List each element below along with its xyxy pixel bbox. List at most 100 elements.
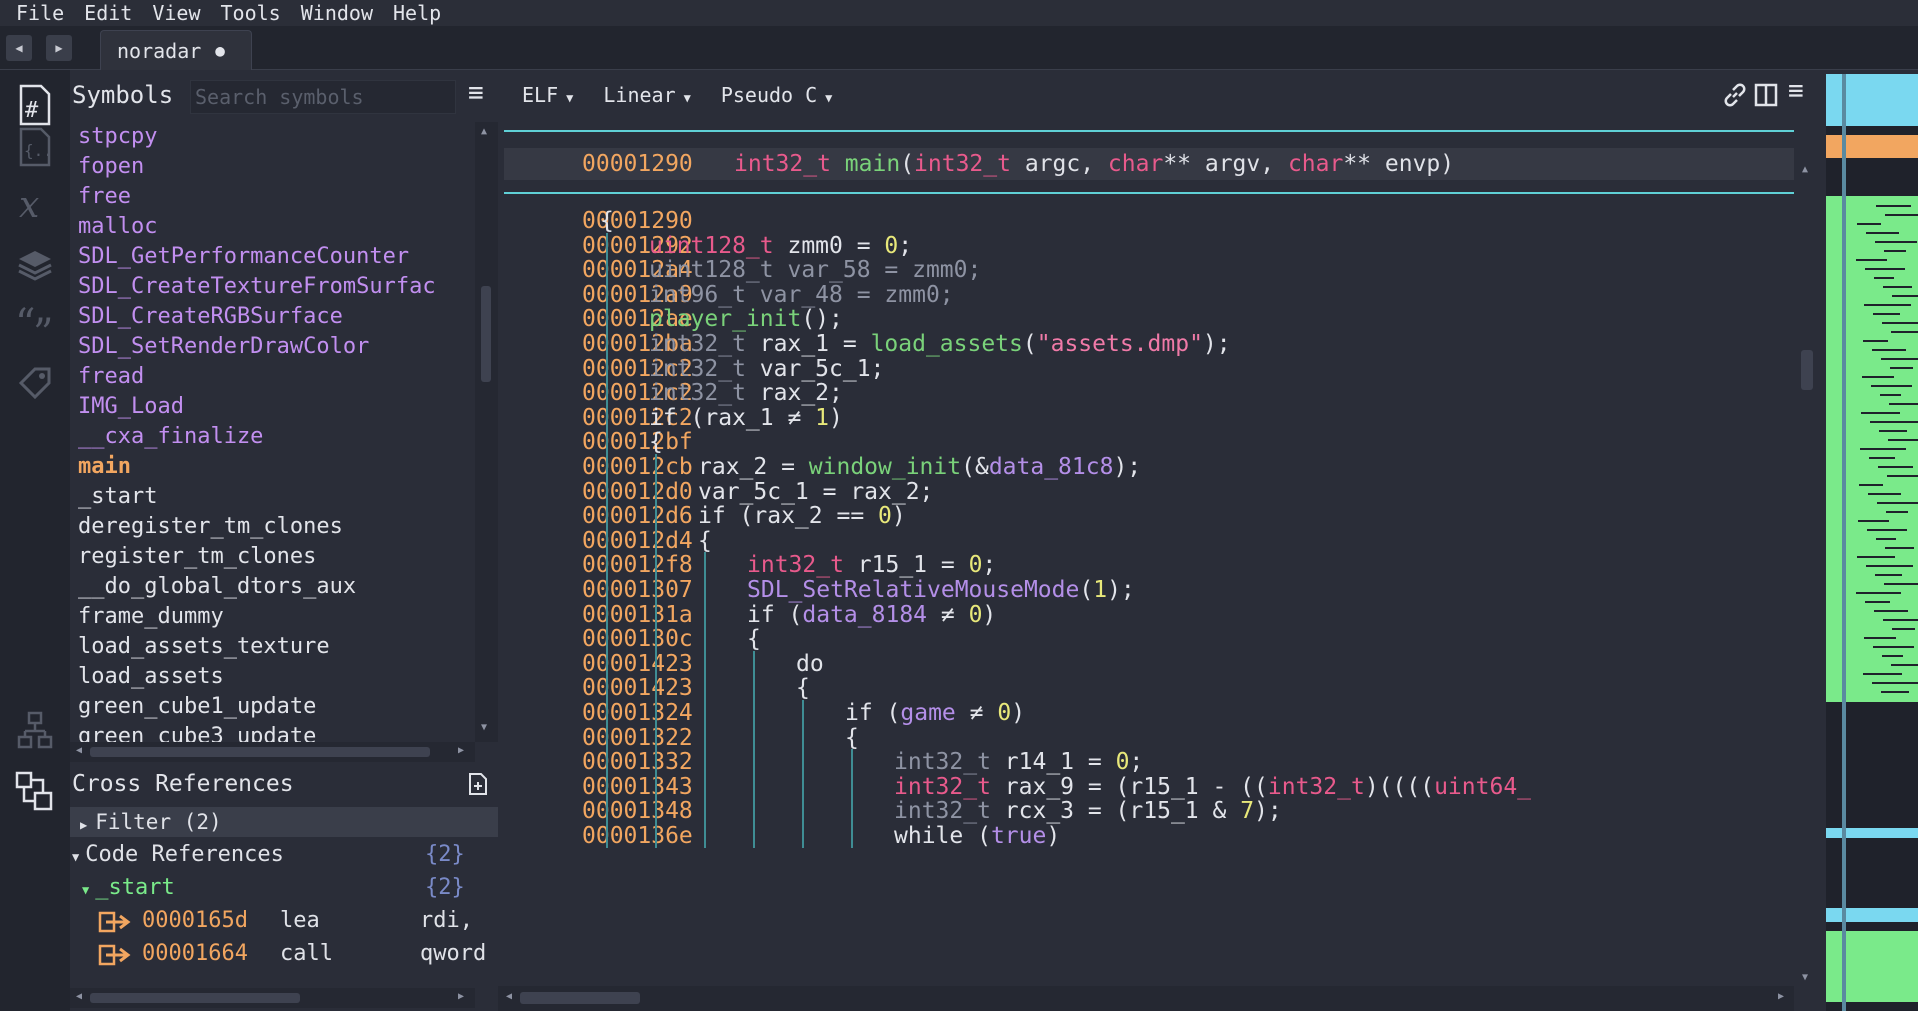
tab-bar: ◀ ▶ noradar ● [0,26,1918,70]
scroll-left-icon[interactable]: ◀ [76,991,82,1002]
symbol-item[interactable]: malloc [70,212,475,242]
scroll-right-icon[interactable]: ▶ [458,991,464,1002]
symbol-item[interactable]: _start [70,482,475,512]
symbol-item[interactable]: IMG_Load [70,392,475,422]
scroll-right-icon[interactable]: ▶ [458,745,464,756]
symbols-scroll-thumb[interactable] [481,286,491,382]
minimap-line [1881,358,1918,361]
menu-tools[interactable]: Tools [211,1,291,25]
scroll-up-icon[interactable]: ▲ [1802,164,1808,175]
symbol-item[interactable]: deregister_tm_clones [70,512,475,542]
minimap-line [1866,565,1914,568]
document-export-icon[interactable] [468,772,488,800]
symbol-item[interactable]: fread [70,362,475,392]
symbols-hscroll-thumb[interactable] [90,747,430,757]
xref-arrow-icon [98,910,132,937]
code-lines: 00001290{00001292 uint128_t zmm0 = 0; 0000… [498,206,1794,986]
symbol-item[interactable]: green_cube3_update [70,722,475,742]
scroll-down-icon[interactable]: ▼ [481,722,487,733]
code-horizontal-scrollbar[interactable]: ◀ ▶ [498,986,1794,1011]
language-dropdown[interactable]: Pseudo C ▼ [721,83,833,107]
variables-icon[interactable]: x [14,184,56,226]
back-button[interactable]: ◀ [6,35,32,61]
symbol-item[interactable]: load_assets [70,662,475,692]
minimap-line [1864,637,1897,640]
code-token: data_81c8 [988,454,1114,480]
symbol-item[interactable]: SDL_CreateRGBSurface [70,302,475,332]
tags-icon[interactable] [14,362,56,404]
menu-edit[interactable]: Edit [74,1,142,25]
hamburger-menu-icon[interactable]: ≡ [1788,76,1804,106]
menu-help[interactable]: Help [383,1,451,25]
cross-references-icon[interactable] [14,770,56,812]
code-token: ) [1011,700,1026,726]
symbols-vertical-scrollbar[interactable]: ▲ ▼ [475,122,498,742]
code-token: { [796,675,810,702]
minimap-line [1883,619,1918,622]
view-type-dropdown[interactable]: ELF ▼ [522,83,573,107]
xref-function-row[interactable]: ▼ _start {2} [70,871,498,904]
strings-icon[interactable]: “” [14,304,56,346]
minimap-line [1865,601,1891,604]
minimap-line [1863,673,1903,676]
xref-row[interactable]: 0000165d lea rdi, [70,904,498,937]
scroll-right-icon[interactable]: ▶ [1778,991,1784,1002]
xref-row[interactable]: 00001664 call qword [70,937,498,970]
symbol-item[interactable]: load_assets_texture [70,632,475,662]
symbol-item[interactable]: frame_dummy [70,602,475,632]
symbol-item[interactable]: fopen [70,152,475,182]
minimap-band [1826,134,1918,159]
chevron-down-icon: ▼ [825,91,833,105]
symbol-item[interactable]: __do_global_dtors_aux [70,572,475,602]
code-hscroll-thumb[interactable] [520,992,640,1004]
symbols-horizontal-scrollbar[interactable]: ◀ ▶ [70,742,475,762]
link-icon[interactable] [1722,82,1748,112]
graph-icon[interactable] [14,710,56,752]
menu-bar: File Edit View Tools Window Help [0,0,1918,26]
function-signature[interactable]: 00001290 int32_t main(int32_t argc, char… [504,148,1794,180]
hamburger-menu-icon[interactable]: ≡ [468,78,484,108]
code-vertical-scrollbar[interactable]: ▲ ▼ [1794,120,1820,1011]
symbol-item[interactable]: SDL_CreateTextureFromSurfac [70,272,475,302]
code-token: 1 [1093,577,1108,603]
scroll-down-icon[interactable]: ▼ [1802,972,1808,983]
scroll-up-icon[interactable]: ▲ [481,126,487,137]
feature-minimap[interactable] [1820,70,1918,1011]
minimap-line [1860,448,1907,451]
symbol-item[interactable]: SDL_SetRenderDrawColor [70,332,475,362]
code-references-group[interactable]: ▼ Code References {2} [70,838,498,871]
symbol-item[interactable]: stpcpy [70,122,475,152]
symbol-item[interactable]: green_cube1_update [70,692,475,722]
minimap-position-marker[interactable] [1842,74,1846,1011]
menu-window[interactable]: Window [291,1,383,25]
symbols-icon[interactable]: # [14,84,56,126]
symbol-item[interactable]: free [70,182,475,212]
layout-dropdown[interactable]: Linear ▼ [603,83,690,107]
symbol-item[interactable]: register_tm_clones [70,542,475,572]
menu-view[interactable]: View [142,1,210,25]
scroll-left-icon[interactable]: ◀ [76,745,82,756]
minimap-line [1866,232,1900,235]
xref-horizontal-scrollbar[interactable]: ◀ ▶ [70,988,475,1008]
code-line-text: while (true) [894,821,1060,851]
scroll-left-icon[interactable]: ◀ [506,991,512,1002]
xref-hscroll-thumb[interactable] [90,993,300,1003]
types-icon[interactable]: {..} [14,126,56,168]
forward-button[interactable]: ▶ [46,35,72,61]
document-tab[interactable]: noradar ● [100,30,252,70]
forward-arrow-icon: ▶ [55,41,63,55]
minimap-band [1826,828,1918,838]
split-view-icon[interactable] [1754,83,1778,111]
xref-filter-row[interactable]: ▶ Filter (2) [70,807,498,837]
xref-operand: qword [420,941,487,966]
symbol-item[interactable]: __cxa_finalize [70,422,475,452]
symbol-item[interactable]: SDL_GetPerformanceCounter [70,242,475,272]
layers-icon[interactable] [14,244,56,286]
code-scroll-thumb[interactable] [1801,350,1813,390]
minimap-track[interactable] [1826,74,1918,1011]
symbol-item[interactable]: main [70,452,475,482]
code-token: ( [1079,577,1094,603]
symbols-search-input[interactable]: Search symbols [190,80,456,114]
minimap-line [1885,547,1915,550]
menu-file[interactable]: File [6,1,74,25]
